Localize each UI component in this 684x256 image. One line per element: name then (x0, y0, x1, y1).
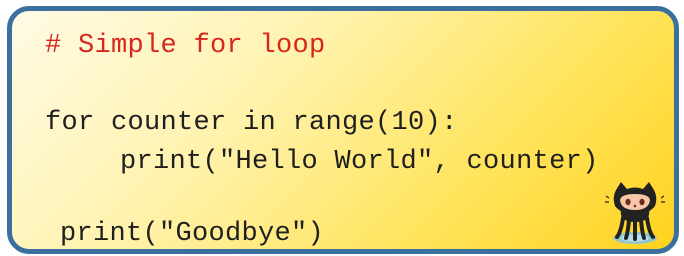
octocat-mascot-icon (605, 182, 665, 244)
code-card: # Simple for loop for counter in range(1… (7, 6, 679, 254)
code-for-line: for counter in range(10): (45, 108, 458, 138)
code-comment-line: # Simple for loop (45, 31, 326, 61)
code-print-goodbye-line: print("Goodbye") (60, 219, 325, 249)
code-print-hello-line: print("Hello World", counter) (120, 147, 599, 177)
